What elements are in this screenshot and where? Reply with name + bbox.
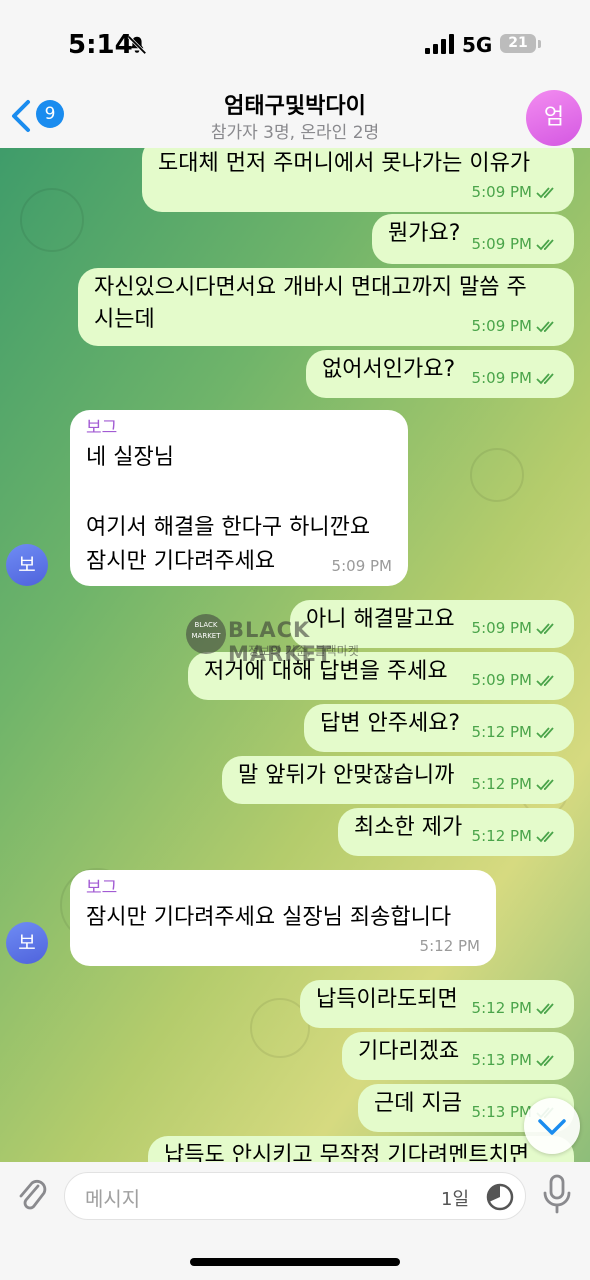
message-text: 뭔가요?: [388, 221, 461, 246]
incoming-message[interactable]: 보그 네 실장님 여기서 해결을 한다구 하니깐요 잠시만 기다려주세요 5:0…: [70, 410, 408, 586]
message-text: 근데 지금: [374, 1091, 462, 1116]
message-text-line: 네 실장님: [86, 445, 174, 470]
message-time: 5:09 PM: [471, 183, 532, 202]
message-text-line: 시는데: [94, 307, 155, 332]
message-time: 5:12 PM: [419, 937, 480, 956]
message-time: 5:09 PM: [471, 317, 532, 336]
battery-tip: [538, 40, 541, 48]
microphone-icon[interactable]: [540, 1174, 574, 1214]
message-text: 도대체 먼저 주머니에서 못나가는 이유가: [158, 151, 531, 176]
double-check-icon: [536, 239, 554, 251]
message-time: 5:13 PM: [471, 1051, 532, 1070]
message-text: 최소한 제가: [354, 815, 463, 840]
home-indicator: [190, 1258, 400, 1266]
message-time: 5:13 PM: [471, 1103, 532, 1122]
double-check-icon: [536, 373, 554, 385]
outgoing-message[interactable]: 도대체 먼저 주머니에서 못나가는 이유가 5:09 PM: [142, 148, 574, 212]
watermark-tagline: 정보의 기준, 블랙마켓: [248, 644, 359, 658]
sender-avatar[interactable]: 보: [6, 544, 48, 586]
message-text-line: 잠시만 기다려주세요 실장님 죄송합니다: [86, 905, 452, 930]
outgoing-message[interactable]: 뭔가요? 5:09 PM: [372, 214, 574, 264]
sender-avatar[interactable]: 보: [6, 922, 48, 964]
message-input[interactable]: 메시지 1일: [64, 1172, 526, 1220]
double-check-icon: [536, 779, 554, 791]
double-check-icon: [536, 321, 554, 333]
outgoing-message[interactable]: 없어서인가요? 5:09 PM: [306, 350, 574, 398]
incoming-message[interactable]: 보그 잠시만 기다려주세요 실장님 죄송합니다 5:12 PM: [70, 870, 496, 966]
double-check-icon: [536, 831, 554, 843]
outgoing-message[interactable]: 기다리겠죠 5:13 PM: [342, 1032, 574, 1080]
message-text: 납득이라도되면: [316, 987, 458, 1012]
message-time: 5:09 PM: [471, 235, 532, 254]
group-avatar[interactable]: 엄: [526, 90, 582, 146]
status-time: 5:14: [68, 30, 133, 60]
wallpaper-doodle: [20, 188, 84, 252]
message-time: 5:12 PM: [471, 999, 532, 1018]
message-time: 5:12 PM: [471, 827, 532, 846]
chat-title[interactable]: 엄태구및박다이: [0, 88, 590, 120]
message-text-line: 잠시만 기다려주세요: [86, 549, 276, 574]
message-text-line: 여기서 해결을 한다구 하니깐요: [86, 515, 371, 540]
double-check-icon: [536, 1003, 554, 1015]
message-text: 말 앞뒤가 안맞잖습니까: [238, 763, 455, 788]
outgoing-message[interactable]: 말 앞뒤가 안맞잖습니까 5:12 PM: [222, 756, 574, 804]
double-check-icon: [536, 187, 554, 199]
wallpaper-doodle: [470, 448, 524, 502]
message-placeholder: 메시지: [85, 1187, 141, 1211]
telegram-chat-screen: 5:14 5G 21 9 엄태구및박다이 참가자 3명, 온라인 2명 엄 도대…: [0, 0, 590, 1280]
outgoing-message[interactable]: 답변 안주세요? 5:12 PM: [304, 704, 574, 752]
message-time: 5:09 PM: [471, 671, 532, 690]
bell-slash-icon: [127, 35, 147, 55]
message-input-bar: 메시지 1일: [0, 1162, 590, 1280]
chat-header: 9 엄태구및박다이 참가자 3명, 온라인 2명 엄: [0, 86, 590, 148]
double-check-icon: [536, 675, 554, 687]
outgoing-message[interactable]: 최소한 제가 5:12 PM: [338, 808, 574, 856]
message-text-line: 자신있으시다면서요 개바시 면대고까지 말씀 주: [94, 275, 527, 300]
status-bar: 5:14 5G 21: [0, 0, 590, 86]
scroll-to-bottom-button[interactable]: [524, 1098, 580, 1154]
battery-indicator: 21: [500, 34, 536, 53]
timer-icon[interactable]: [485, 1182, 515, 1212]
message-list[interactable]: 도대체 먼저 주머니에서 못나가는 이유가 5:09 PM 뭔가요? 5:09 …: [0, 148, 590, 1162]
message-time: 5:12 PM: [471, 723, 532, 742]
message-time: 5:12 PM: [471, 775, 532, 794]
watermark: BLACK MARKET BLACK MARKET 정보의 기준, 블랙마켓: [186, 614, 406, 666]
double-check-icon: [536, 623, 554, 635]
signal-icon: [425, 34, 454, 54]
message-text: 기다리겠죠: [358, 1039, 460, 1064]
message-time: 5:09 PM: [471, 369, 532, 388]
outgoing-message[interactable]: 자신있으시다면서요 개바시 면대고까지 말씀 주 시는데 5:09 PM: [78, 268, 574, 346]
message-text: 납득도 안시키고 무작정 기다려멘트치면: [164, 1143, 530, 1162]
chat-subtitle: 참가자 3명, 온라인 2명: [210, 123, 380, 143]
double-check-icon: [536, 1055, 554, 1067]
outgoing-message[interactable]: 납득이라도되면 5:12 PM: [300, 980, 574, 1028]
message-text: 답변 안주세요?: [320, 711, 461, 736]
outgoing-message[interactable]: 납득도 안시키고 무작정 기다려멘트치면: [148, 1136, 574, 1162]
double-check-icon: [536, 727, 554, 739]
chevron-down-icon: [538, 1119, 566, 1135]
self-destruct-label: 1일: [441, 1189, 470, 1210]
sender-name: 보그: [86, 878, 118, 898]
sender-name: 보그: [86, 418, 118, 438]
message-time: 5:09 PM: [331, 557, 392, 576]
watermark-logo: BLACK MARKET: [186, 614, 226, 654]
message-text: 없어서인가요?: [322, 357, 456, 382]
paperclip-icon[interactable]: [14, 1174, 50, 1214]
network-type: 5G: [462, 33, 493, 57]
message-time: 5:09 PM: [471, 619, 532, 638]
